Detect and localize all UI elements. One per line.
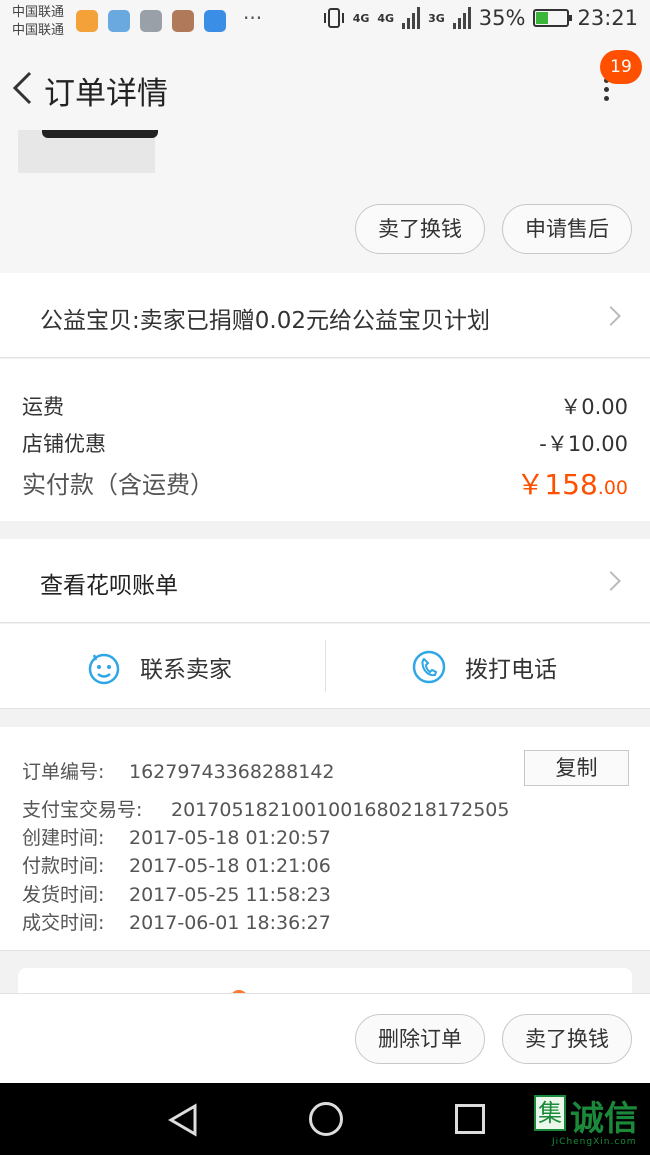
bird-app-icon — [204, 10, 226, 32]
info-key: 订单编号: — [22, 761, 105, 783]
contact-bar: 联系卖家 拨打电话 — [0, 624, 650, 709]
charity-text: 公益宝贝:卖家已捐赠0.02元给公益宝贝计划 — [40, 308, 490, 334]
call-phone-button[interactable]: 拨打电话 — [411, 624, 557, 709]
network-type-2: 4G — [377, 11, 395, 25]
copy-button[interactable]: 复制 — [524, 750, 629, 786]
network-type-1: 4G — [352, 11, 370, 25]
shipped-time: 2017-05-25 11:58:23 — [129, 884, 331, 906]
carrier-1: 中国联通 — [12, 5, 65, 20]
nav-back-icon[interactable] — [168, 1103, 198, 1137]
discount-label: 店铺优惠 — [22, 432, 106, 456]
sell-for-money-button[interactable]: 卖了换钱 — [355, 204, 485, 254]
signal-icon — [402, 7, 421, 29]
chevron-right-icon — [601, 306, 621, 326]
info-key: 成交时间: — [22, 912, 105, 934]
clock: 23:21 — [577, 6, 638, 30]
delete-order-button[interactable]: 删除订单 — [355, 1014, 485, 1064]
call-phone-label: 拨打电话 — [465, 656, 557, 683]
info-key: 支付宝交易号: — [22, 799, 143, 821]
carrier-info: 中国联通 中国联通 — [12, 4, 64, 40]
back-arrow-icon[interactable] — [10, 70, 36, 106]
nav-header: 订单详情 19 — [0, 44, 650, 130]
alipay-trade-number: 2017051821001001680218172505 — [171, 799, 510, 821]
product-section: 卖了换钱 申请售后 — [0, 130, 650, 273]
system-nav-bar: 集 诚信 JiChengXin.com — [0, 1083, 650, 1155]
more-notifications-icon: ··· — [243, 6, 263, 30]
watermark-subtext: JiChengXin.com — [552, 1137, 637, 1147]
vibrate-icon — [323, 8, 344, 28]
battery-icon — [533, 9, 573, 27]
shipping-value: ￥0.00 — [560, 395, 628, 419]
completed-time-row: 成交时间: 2017-06-01 18:36:27 — [22, 908, 331, 935]
watermark-text: 诚信 — [570, 1099, 638, 1139]
sell-for-money-button[interactable]: 卖了换钱 — [502, 1014, 632, 1064]
chevron-right-icon — [601, 571, 621, 591]
created-time: 2017-05-18 01:20:57 — [129, 827, 331, 849]
created-time-row: 创建时间: 2017-05-18 01:20:57 — [22, 823, 331, 850]
watermark-logo: 集 诚信 JiChengXin.com — [534, 1091, 650, 1151]
battery-percent: 35% — [478, 6, 526, 30]
nav-recents-icon[interactable] — [455, 1104, 485, 1134]
alipay-trade-row: 支付宝交易号: 2017051821001001680218172505 — [22, 795, 509, 822]
page-title: 订单详情 — [44, 76, 168, 112]
info-key: 发货时间: — [22, 884, 105, 906]
carrier-2: 中国联通 — [12, 23, 65, 38]
completed-time: 2017-06-01 18:36:27 — [129, 912, 331, 934]
info-key: 创建时间: — [22, 827, 105, 849]
uc-browser-icon — [76, 10, 98, 32]
fee-summary: 运费 ￥0.00 店铺优惠 -￥10.00 实付款（含运费） ￥158.00 — [0, 359, 650, 521]
gallery-icon — [140, 10, 162, 32]
news-app-icon — [172, 10, 194, 32]
divider — [325, 640, 326, 692]
total-label: 实付款（含运费） — [22, 471, 214, 499]
order-info: 订单编号: 16279743368288142 复制 支付宝交易号: 2017051… — [0, 727, 650, 951]
request-after-sale-button[interactable]: 申请售后 — [502, 204, 632, 254]
signal-icon-2 — [452, 7, 471, 29]
order-number: 16279743368288142 — [129, 761, 335, 783]
network-type-3: 3G — [428, 11, 445, 25]
total-cents: .00 — [597, 477, 628, 499]
health-app-icon — [108, 10, 130, 32]
contact-seller-button[interactable]: 联系卖家 — [86, 624, 232, 709]
huabei-label: 查看花呗账单 — [40, 573, 178, 599]
notification-icons — [76, 10, 226, 32]
total-currency: ￥ — [516, 468, 545, 501]
phone-icon — [412, 650, 446, 683]
bottom-action-bar: 删除订单 卖了换钱 — [0, 993, 650, 1083]
discount-value: -￥10.00 — [539, 432, 628, 456]
product-thumbnail[interactable] — [18, 130, 158, 173]
notification-badge: 19 — [600, 50, 642, 84]
watermark-logo-mark: 集 — [534, 1095, 566, 1131]
status-indicators: 4G 4G 3G 35% 23:21 — [323, 6, 638, 30]
paid-time-row: 付款时间: 2017-05-18 01:21:06 — [22, 851, 331, 878]
huabei-bill-row[interactable]: 查看花呗账单 — [0, 539, 650, 623]
total-value: ￥158.00 — [516, 463, 628, 503]
chat-face-icon — [88, 653, 120, 684]
shipped-time-row: 发货时间: 2017-05-25 11:58:23 — [22, 880, 331, 907]
order-number-row: 订单编号: 16279743368288142 — [22, 757, 335, 784]
total-integer: 158 — [544, 468, 598, 501]
contact-seller-label: 联系卖家 — [140, 656, 232, 683]
charity-row[interactable]: 公益宝贝:卖家已捐赠0.02元给公益宝贝计划 — [0, 273, 650, 358]
status-bar: 中国联通 中国联通 ··· 4G 4G 3G 35% 23:21 — [0, 0, 650, 44]
info-key: 付款时间: — [22, 855, 105, 877]
shipping-label: 运费 — [22, 395, 64, 419]
paid-time: 2017-05-18 01:21:06 — [129, 855, 331, 877]
nav-home-icon[interactable] — [309, 1102, 343, 1136]
